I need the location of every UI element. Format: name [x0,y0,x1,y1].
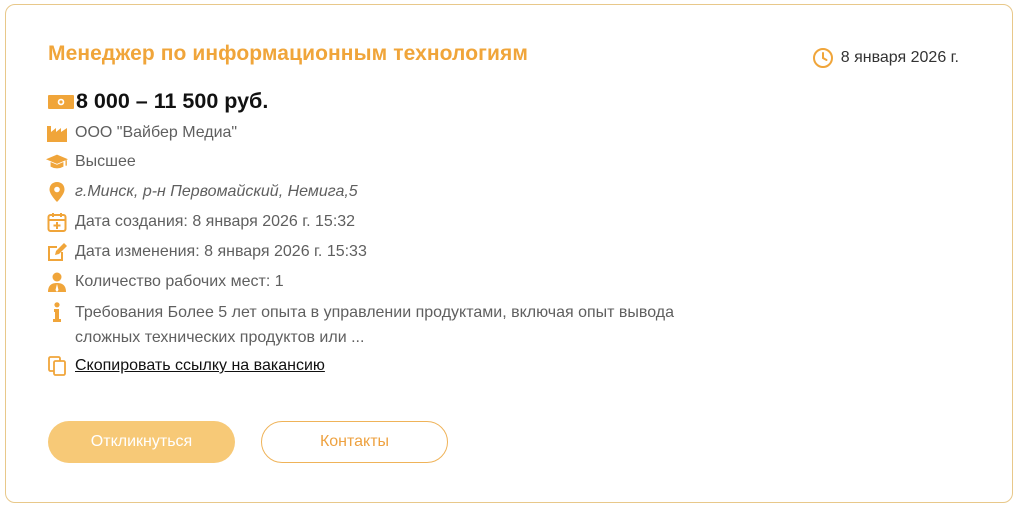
person-icon [46,272,68,292]
location-pin-icon [46,182,68,202]
salary: 8 000 – 11 500 руб. [48,89,268,114]
money-icon [48,94,74,109]
copy-link-row: Скопировать ссылку на вакансию [46,356,325,376]
created-row: Дата создания: 8 января 2026 г. 15:32 [46,212,355,232]
copy-link[interactable]: Скопировать ссылку на вакансию [75,356,325,376]
education-row: Высшее [46,152,136,172]
vacancy-card: Менеджер по информационным технологиям 8… [5,4,1013,503]
vacancy-title[interactable]: Менеджер по информационным технологиям [48,42,528,66]
clock-icon [812,48,833,68]
education-level: Высшее [75,153,136,170]
apply-button[interactable]: Откликнуться [48,421,235,463]
edit-icon [46,242,68,262]
requirements-text: Требования Более 5 лет опыта в управлени… [75,304,675,346]
modified-date: Дата изменения: 8 января 2026 г. 15:33 [75,243,367,260]
company-row: ООО "Вайбер Медиа" [46,123,237,143]
address-text: г.Минск, р-н Первомайский, Немига,5 [75,183,358,200]
copy-icon [46,356,68,376]
info-icon [46,302,68,322]
workplaces-row: Количество рабочих мест: 1 [46,272,284,292]
contacts-button[interactable]: Контакты [261,421,448,463]
company-name[interactable]: ООО "Вайбер Медиа" [75,123,237,143]
requirements-row: Требования Более 5 лет опыта в управлени… [46,302,725,350]
workplaces-count: Количество рабочих мест: 1 [75,273,284,290]
address-row: г.Минск, р-н Первомайский, Немига,5 [46,182,358,202]
created-date: Дата создания: 8 января 2026 г. 15:32 [75,213,356,230]
calendar-plus-icon [46,212,68,232]
modified-row: Дата изменения: 8 января 2026 г. 15:33 [46,242,367,262]
salary-text: 8 000 – 11 500 руб. [76,89,269,113]
factory-icon [46,123,68,143]
posted-date: 8 января 2026 г. [812,47,959,69]
posted-date-text: 8 января 2026 г. [840,49,959,66]
graduation-cap-icon [46,152,68,172]
